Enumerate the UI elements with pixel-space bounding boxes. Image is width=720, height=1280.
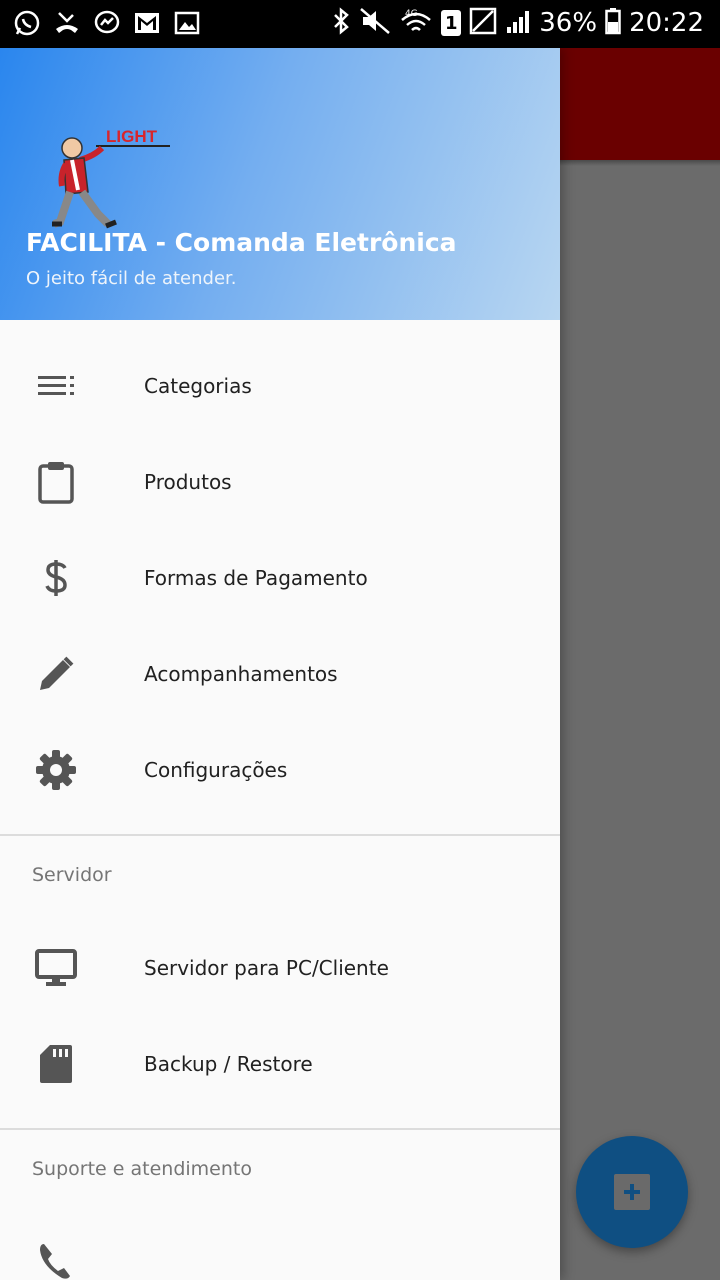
section-title: Suporte e atendimento <box>32 1158 252 1180</box>
gear-icon <box>32 746 80 794</box>
mute-icon <box>359 7 391 39</box>
sim-number: 1 <box>445 12 458 34</box>
navigation-drawer: LIGHT FACILITA - Comanda Eletrônica O je… <box>0 48 560 1280</box>
phone-icon <box>32 1238 80 1280</box>
app-subtitle: O jeito fácil de atender. <box>26 268 237 289</box>
menu-item-backup-restore[interactable]: Backup / Restore <box>0 1016 560 1112</box>
monitor-icon <box>32 944 80 992</box>
section-header-suporte: Suporte e atendimento <box>0 1130 560 1214</box>
menu-item-label: Produtos <box>144 470 232 494</box>
drawer-header: LIGHT FACILITA - Comanda Eletrônica O je… <box>0 48 560 320</box>
menu-item-formas-pagamento[interactable]: Formas de Pagamento <box>0 530 560 626</box>
menu-item-label: Acompanhamentos <box>144 662 338 686</box>
app-bar-shadow <box>560 160 720 166</box>
pencil-icon <box>32 650 80 698</box>
gallery-icon <box>172 8 202 38</box>
section-title: Servidor <box>32 864 112 886</box>
section-header-servidor: Servidor <box>0 836 560 920</box>
app-title: FACILITA - Comanda Eletrônica <box>26 228 457 257</box>
menu-item-acompanhamentos[interactable]: Acompanhamentos <box>0 626 560 722</box>
menu-item-label: Formas de Pagamento <box>144 566 368 590</box>
logo-text: LIGHT <box>106 127 158 146</box>
battery-percentage: 36% <box>539 8 598 38</box>
menu-item-servidor-pc[interactable]: Servidor para PC/Cliente <box>0 920 560 1016</box>
background-app-bar <box>560 48 720 160</box>
menu-item-label: Servidor para PC/Cliente <box>144 956 389 980</box>
sd-card-icon <box>32 1040 80 1088</box>
status-bar: 4G 1 36% 20:22 <box>0 0 720 48</box>
menu-item-support-partial[interactable] <box>0 1214 560 1280</box>
gmail-icon <box>132 8 162 38</box>
messenger-icon <box>92 8 122 38</box>
waiter-logo: LIGHT <box>50 88 174 238</box>
menu-item-produtos[interactable]: Produtos <box>0 434 560 530</box>
missed-call-icon <box>52 8 82 38</box>
wifi-icon: 4G <box>399 6 433 40</box>
no-signal-icon <box>469 7 497 39</box>
signal-icon <box>505 7 531 39</box>
add-fab-button[interactable] <box>576 1136 688 1248</box>
clock: 20:22 <box>629 8 704 38</box>
menu-item-label: Backup / Restore <box>144 1052 313 1076</box>
clipboard-icon <box>32 458 80 506</box>
network-type-label: 4G <box>405 9 418 19</box>
drawer-menu: Categorias Produtos Formas de Pagamento … <box>0 338 560 1280</box>
whatsapp-icon <box>12 8 42 38</box>
plus-icon <box>614 1174 650 1210</box>
menu-item-label: Categorias <box>144 374 252 398</box>
list-icon <box>32 362 80 410</box>
sim-icon: 1 <box>441 10 462 36</box>
battery-icon <box>605 7 621 39</box>
bluetooth-icon <box>331 7 351 39</box>
menu-item-label: Configurações <box>144 758 288 782</box>
menu-item-configuracoes[interactable]: Configurações <box>0 722 560 818</box>
menu-item-categorias[interactable]: Categorias <box>0 338 560 434</box>
dollar-icon <box>32 554 80 602</box>
